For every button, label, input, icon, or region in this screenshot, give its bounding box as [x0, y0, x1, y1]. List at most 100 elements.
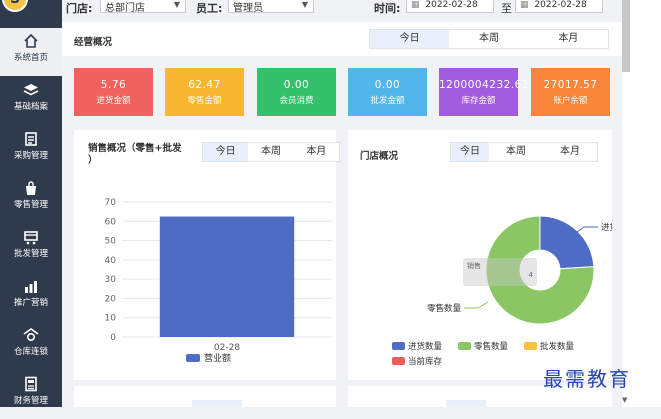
stat-label: 账户余额 — [553, 96, 588, 106]
bar[interactable] — [159, 216, 295, 337]
home-icon — [0, 28, 62, 50]
slice-label-retail: 零售数量 — [427, 301, 489, 314]
stat-label: 会员消费 — [279, 96, 314, 106]
date-from-input[interactable]: ▦ 2022-02-28 — [406, 0, 494, 13]
y-tick-label: 40 — [105, 256, 117, 266]
stat-value: 5.76 — [100, 79, 127, 91]
legend-swatch — [186, 354, 200, 362]
watermark-text: 最需教育 — [543, 367, 631, 391]
store-select-value: 总部门店 — [105, 3, 145, 14]
overview-tabs: 今日 本周 本月 — [369, 29, 609, 49]
sidebar-item-7[interactable]: 财务管理 — [0, 371, 62, 419]
legend-label: 进货数量 — [408, 341, 443, 352]
store-donut-chart: 进货数量零售数量进货数量零售数量批发数量当前库存 — [392, 215, 612, 367]
stat-card[interactable]: 0.00 批发金额 — [348, 68, 427, 116]
date-to-input[interactable]: ▦ 2022-02-28 — [515, 0, 603, 13]
sidebar-item-1[interactable]: 基础档案 — [0, 77, 62, 125]
clipboard-icon — [0, 126, 62, 148]
sales-panel: 销售概况（零售+批发） 今日 本周 本月 0 10 20 30 40 50 60 70 02-2… — [74, 130, 340, 380]
sidebar-item-label: 仓库连锁 — [13, 347, 48, 357]
x-tick-label: 02-28 — [214, 343, 240, 353]
calculator-icon — [0, 371, 62, 393]
tab-month[interactable]: 本月 — [528, 30, 608, 48]
chevron-down-icon: ▼ — [173, 0, 180, 9]
tab-week[interactable]: 本周 — [449, 30, 529, 48]
legend-item[interactable]: 批发数量 — [524, 341, 575, 352]
stat-label: 库存金额 — [461, 96, 496, 106]
store-select[interactable]: 总部门店 ▼ — [100, 0, 186, 14]
legend-swatch — [392, 357, 405, 365]
sidebar-item-0[interactable]: 系统首页 — [0, 28, 62, 76]
legend-item[interactable]: 进货数量 — [392, 341, 443, 352]
scroll-down-arrow-icon[interactable]: ▼ — [622, 396, 630, 404]
store-panel: 门店概况 今日 本周 本月 进货数量零售数量进货数量零售数量批发数量当前库存 销… — [348, 130, 612, 380]
sidebar-item-label: 财务管理 — [13, 396, 48, 406]
chevron-down-icon: ▼ — [301, 0, 308, 9]
tooltip-label: 销售 — [467, 262, 481, 270]
y-tick-label: 20 — [105, 294, 117, 304]
stat-label: 零售金额 — [187, 96, 222, 106]
sidebar-item-label: 推广营销 — [13, 298, 48, 308]
tab-today[interactable]: 今日 — [370, 30, 450, 48]
stat-value: 0.00 — [283, 79, 310, 91]
stat-value: 1200004232.62 — [439, 79, 530, 91]
next-panel-tab[interactable] — [192, 400, 242, 407]
next-panel-tab[interactable] — [446, 400, 486, 407]
next-panel-left — [74, 386, 336, 407]
sidebar-item-2[interactable]: 采购管理 — [0, 126, 62, 174]
sidebar-item-5[interactable]: 推广营销 — [0, 273, 62, 321]
y-tick-label: 30 — [105, 275, 117, 285]
legend-label: 营业额 — [204, 352, 231, 364]
legend-swatch — [458, 342, 471, 350]
legend-label: 当前库存 — [408, 356, 443, 367]
overview-title: 经营概况 — [74, 37, 113, 48]
scrollbar-thumb[interactable] — [622, 0, 630, 72]
slice-label-purchase: 进货数量 — [573, 222, 612, 235]
y-tick-label: 60 — [105, 217, 117, 227]
legend-swatch — [392, 342, 405, 350]
stat-card[interactable]: 1200004232.62 库存金额 — [439, 68, 530, 116]
staff-label: 员工: — [196, 2, 223, 15]
app-logo: S — [2, 0, 28, 12]
staff-select-value: 管理员 — [233, 3, 263, 14]
stat-value: 27017.57 — [543, 79, 598, 91]
svg-text:进货数量: 进货数量 — [601, 222, 612, 233]
warehouse-icon — [0, 322, 62, 344]
cart-icon — [0, 224, 62, 246]
main-content: 门店: 总部门店 ▼ 员工: 管理员 ▼ 时间: ▦ 2022-02-28 至 … — [62, 0, 622, 407]
y-tick-label: 50 — [105, 237, 117, 247]
y-tick-label: 0 — [110, 333, 116, 343]
stat-label: 批发金额 — [370, 96, 405, 106]
sales-bar-chart: 0 10 20 30 40 50 60 70 02-28营业额 — [105, 198, 332, 364]
stat-value: 0.00 — [374, 79, 401, 91]
layers-icon — [0, 77, 62, 99]
stat-card[interactable]: 5.76 进货金额 — [74, 68, 153, 116]
stat-card[interactable]: 27017.57 账户余额 — [531, 68, 610, 116]
y-tick-label: 70 — [105, 198, 117, 208]
y-tick-label: 10 — [105, 314, 117, 324]
legend-swatch — [524, 342, 537, 350]
stat-value: 62.47 — [188, 79, 221, 91]
calendar-icon: ▦ — [411, 0, 420, 10]
stat-card[interactable]: 62.47 零售金额 — [165, 68, 244, 116]
sidebar-item-3[interactable]: 零售管理 — [0, 175, 62, 223]
sidebar-item-label: 基础档案 — [13, 102, 48, 112]
sidebar-item-label: 零售管理 — [13, 200, 48, 210]
sidebar-item-4[interactable]: 批发管理 — [0, 224, 62, 272]
bar-chart-icon — [0, 273, 62, 295]
store-label: 门店: — [66, 2, 93, 15]
date-from-value: 2022-02-28 — [425, 0, 478, 10]
legend-item[interactable]: 零售数量 — [458, 341, 509, 352]
sidebar-item-6[interactable]: 仓库连锁 — [0, 322, 62, 370]
staff-select[interactable]: 管理员 ▼ — [228, 0, 314, 14]
page-scrollbar[interactable]: ▼ — [622, 0, 661, 407]
stat-card[interactable]: 0.00 会员消费 — [257, 68, 336, 116]
shopping-bag-icon — [0, 175, 62, 197]
calendar-icon: ▦ — [520, 0, 529, 10]
legend-label: 零售数量 — [474, 341, 509, 352]
pie-slice[interactable] — [539, 215, 595, 270]
legend-item[interactable]: 当前库存 — [392, 356, 443, 367]
sidebar-item-label: 系统首页 — [13, 53, 48, 63]
tooltip-value: 4 — [528, 271, 533, 279]
chart-tooltip: 销售 4 — [463, 258, 537, 286]
